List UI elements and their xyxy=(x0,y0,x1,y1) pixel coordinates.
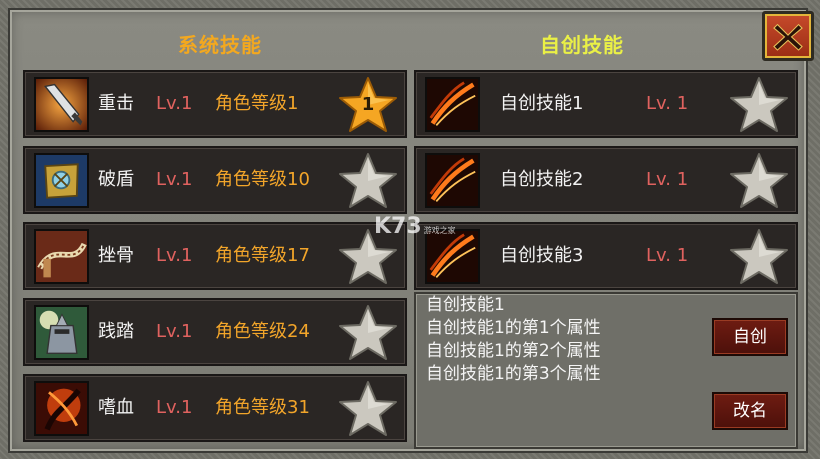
star-empty-icon[interactable] xyxy=(728,227,790,287)
skill-level: Lv.1 xyxy=(156,397,193,418)
flame-slash-icon xyxy=(425,77,480,132)
skill-level: Lv.1 xyxy=(156,245,193,266)
skill-requirement: 角色等级17 xyxy=(215,245,310,266)
system-skill-row[interactable]: 挫骨 Lv.1 角色等级17 xyxy=(23,222,407,290)
star-empty-icon[interactable] xyxy=(337,151,399,211)
rename-skill-button[interactable]: 改名 xyxy=(712,392,788,430)
skill-requirement: 角色等级31 xyxy=(215,397,310,418)
bloodlust-icon xyxy=(34,381,89,436)
skill-name: 自创技能1 xyxy=(500,93,584,114)
skill-level: Lv.1 xyxy=(156,321,193,342)
skill-name: 嗜血 xyxy=(98,397,134,418)
star-gold-icon[interactable]: 1 xyxy=(337,75,399,135)
skill-requirement: 角色等级1 xyxy=(215,93,299,114)
watermark-logo: K73 游戏之家 xyxy=(374,214,456,239)
custom-skill-row[interactable]: 自创技能1 Lv. 1 xyxy=(414,70,798,138)
skill-level: Lv. 1 xyxy=(646,93,689,114)
skill-name: 自创技能3 xyxy=(500,245,584,266)
system-skill-row[interactable]: 嗜血 Lv.1 角色等级31 xyxy=(23,374,407,442)
whip-icon xyxy=(34,229,89,284)
skill-level: Lv. 1 xyxy=(646,245,689,266)
shield-break-icon xyxy=(34,153,89,208)
close-button[interactable] xyxy=(762,11,814,61)
flame-slash-icon xyxy=(425,153,480,208)
star-empty-icon[interactable] xyxy=(728,75,790,135)
skill-name: 自创技能2 xyxy=(500,169,584,190)
skill-level: Lv. 1 xyxy=(646,169,689,190)
system-skills-title: 系统技能 xyxy=(178,33,262,57)
create-skill-button[interactable]: 自创 xyxy=(712,318,788,356)
description-line: 自创技能1的第2个属性 xyxy=(426,341,601,361)
description-line: 自创技能1的第3个属性 xyxy=(426,364,601,384)
star-value: 1 xyxy=(361,94,375,115)
system-skill-row[interactable]: 践踏 Lv.1 角色等级24 xyxy=(23,298,407,366)
system-skill-row[interactable]: 重击 Lv.1 角色等级1 1 xyxy=(23,70,407,138)
skill-requirement: 角色等级10 xyxy=(215,169,310,190)
custom-skills-title: 自创技能 xyxy=(540,33,624,57)
skill-name: 破盾 xyxy=(98,169,134,190)
watermark-sub: 游戏之家 xyxy=(423,226,456,235)
star-empty-icon[interactable] xyxy=(337,303,399,363)
custom-skill-row[interactable]: 自创技能3 Lv. 1 xyxy=(414,222,798,290)
skill-name: 重击 xyxy=(98,93,134,114)
custom-skill-row[interactable]: 自创技能2 Lv. 1 xyxy=(414,146,798,214)
skill-name: 挫骨 xyxy=(98,245,134,266)
system-skill-row[interactable]: 破盾 Lv.1 角色等级10 xyxy=(23,146,407,214)
skill-description-panel: 自创技能1 自创技能1的第1个属性 自创技能1的第2个属性 自创技能1的第3个属… xyxy=(414,292,798,449)
star-empty-icon[interactable] xyxy=(728,151,790,211)
skill-level: Lv.1 xyxy=(156,93,193,114)
watermark-brand: K73 xyxy=(374,214,422,239)
knight-stomp-icon xyxy=(34,305,89,360)
sword-icon xyxy=(34,77,89,132)
skill-level: Lv.1 xyxy=(156,169,193,190)
description-line: 自创技能1的第1个属性 xyxy=(426,318,601,338)
skill-requirement: 角色等级24 xyxy=(215,321,310,342)
skill-name: 践踏 xyxy=(98,321,134,342)
description-line: 自创技能1 xyxy=(426,295,505,315)
star-empty-icon[interactable] xyxy=(337,379,399,439)
game-window: 系统技能 自创技能 重击 Lv.1 角色等级1 1 破盾 Lv.1 角色等级10… xyxy=(0,0,820,459)
close-x-icon xyxy=(773,23,803,51)
